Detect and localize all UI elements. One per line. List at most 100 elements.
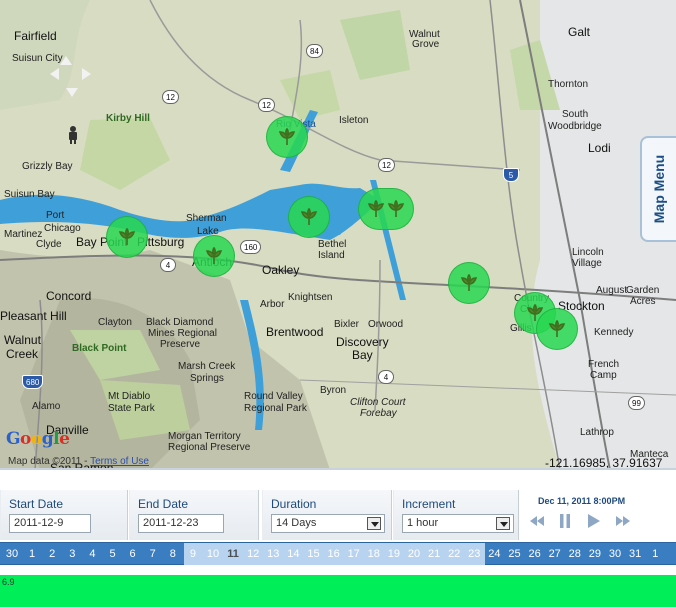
map-label: Forebay bbox=[360, 408, 397, 419]
map-label: Camp bbox=[590, 370, 617, 381]
timeline-day[interactable]: 8 bbox=[163, 543, 183, 565]
duration-select[interactable]: 14 Days bbox=[271, 514, 385, 533]
timeline-day[interactable]: 13 bbox=[263, 543, 283, 565]
map-label: Pleasant Hill bbox=[0, 309, 67, 323]
plant-icon bbox=[548, 319, 566, 337]
timeline-day[interactable]: 3 bbox=[62, 543, 82, 565]
timeline-day[interactable]: 7 bbox=[143, 543, 163, 565]
map-label: Isleton bbox=[339, 115, 369, 126]
increment-label: Increment bbox=[402, 497, 456, 511]
day-timeline[interactable]: 30 1 2 3 4 5 6 7 8 9 10 11 12 13 14 15 16 17 18 19 20 21 22 23 2… bbox=[0, 542, 676, 565]
timeline-day[interactable]: 18 bbox=[364, 543, 384, 565]
map-label: Garden bbox=[626, 285, 660, 296]
timeline-day[interactable]: 26 bbox=[525, 543, 545, 565]
pan-right-icon[interactable] bbox=[82, 68, 91, 80]
timeline-day[interactable]: 31 bbox=[625, 543, 645, 565]
map-label: Woodbridge bbox=[548, 121, 602, 132]
timeline-day[interactable]: 12 bbox=[243, 543, 263, 565]
station-marker[interactable] bbox=[193, 235, 235, 277]
map-label: Brentwood bbox=[266, 325, 324, 339]
duration-dropdown-icon[interactable] bbox=[367, 517, 381, 530]
timeline-day[interactable]: 9 bbox=[183, 543, 203, 565]
timeline-day[interactable]: 28 bbox=[565, 543, 585, 565]
map-label: Preserve bbox=[160, 339, 201, 350]
map-label: Galt bbox=[568, 25, 591, 39]
map-label: Island bbox=[318, 250, 345, 261]
pan-up-icon[interactable] bbox=[60, 56, 72, 65]
map-label: Mines Regional bbox=[148, 328, 217, 339]
timeline-day[interactable]: 20 bbox=[404, 543, 424, 565]
map-label: French bbox=[588, 359, 620, 370]
plant-icon bbox=[205, 246, 223, 264]
plant-icon bbox=[460, 273, 478, 291]
timeline-day[interactable]: 2 bbox=[42, 543, 62, 565]
station-marker[interactable] bbox=[106, 216, 148, 258]
station-marker[interactable] bbox=[536, 308, 578, 350]
street-view-pegman-icon[interactable] bbox=[66, 126, 80, 144]
rewind-button[interactable] bbox=[528, 512, 546, 535]
highway-shield: 12 bbox=[258, 98, 275, 112]
timeline-day[interactable]: 30 bbox=[605, 543, 625, 565]
map-label: Lincoln bbox=[572, 247, 604, 258]
fast-forward-icon bbox=[616, 516, 630, 526]
timeline-day[interactable]: 27 bbox=[545, 543, 565, 565]
terms-of-use-link[interactable]: Terms of Use bbox=[90, 456, 149, 467]
timeline-day[interactable]: 30 bbox=[2, 543, 22, 565]
start-date-input[interactable]: 2011-12-9 bbox=[9, 514, 91, 533]
map-label: Lodi bbox=[588, 141, 611, 155]
end-date-panel: End Date 2011-12-23 bbox=[129, 490, 259, 540]
play-button[interactable] bbox=[584, 512, 602, 535]
timeline-day[interactable]: 14 bbox=[283, 543, 303, 565]
timeline-day[interactable]: 1 bbox=[645, 543, 665, 565]
increment-select[interactable]: 1 hour bbox=[402, 514, 514, 533]
timeline-day[interactable]: 16 bbox=[324, 543, 344, 565]
map-label: Oakley bbox=[262, 263, 300, 277]
timeline-day[interactable]: 24 bbox=[484, 543, 504, 565]
pan-left-icon[interactable] bbox=[50, 68, 59, 80]
increment-dropdown-icon[interactable] bbox=[496, 517, 510, 530]
map-label: Round Valley bbox=[244, 391, 303, 402]
fast-forward-button[interactable] bbox=[614, 512, 632, 535]
station-marker[interactable] bbox=[358, 188, 414, 230]
highway-shield: 4 bbox=[160, 258, 176, 272]
timeline-day[interactable]: 22 bbox=[444, 543, 464, 565]
pan-down-icon[interactable] bbox=[66, 88, 78, 97]
timeline-day[interactable]: 29 bbox=[585, 543, 605, 565]
map-view[interactable]: Fairfield Suisun City Kirby Hill Grizzly Ba… bbox=[0, 0, 676, 470]
station-marker[interactable] bbox=[448, 262, 490, 304]
timeline-day[interactable]: 19 bbox=[384, 543, 404, 565]
end-date-label: End Date bbox=[138, 497, 189, 511]
map-label: Suisun Bay bbox=[4, 189, 55, 200]
duration-label: Duration bbox=[271, 497, 317, 511]
timeline-day[interactable]: 1 bbox=[22, 543, 42, 565]
map-label: Concord bbox=[46, 289, 92, 303]
highway-shield: 84 bbox=[306, 44, 323, 58]
end-date-input[interactable]: 2011-12-23 bbox=[138, 514, 224, 533]
map-label: Bixler bbox=[334, 319, 360, 330]
timeline-day[interactable]: 23 bbox=[464, 543, 484, 565]
map-menu-button[interactable]: Map Menu bbox=[640, 136, 676, 242]
increment-panel: Increment 1 hour bbox=[393, 490, 519, 540]
station-marker[interactable] bbox=[266, 116, 308, 158]
timeline-day[interactable]: 25 bbox=[505, 543, 525, 565]
map-label: Arbor bbox=[260, 299, 285, 310]
map-label: Creek bbox=[6, 347, 39, 361]
play-icon bbox=[588, 514, 600, 528]
timeline-day[interactable]: 6 bbox=[123, 543, 143, 565]
pan-control[interactable] bbox=[44, 56, 98, 102]
duration-panel: Duration 14 Days bbox=[262, 490, 392, 540]
map-label: Lathrop bbox=[580, 427, 614, 438]
timeline-day[interactable]: 21 bbox=[424, 543, 444, 565]
timeline-day[interactable]: 4 bbox=[82, 543, 102, 565]
station-marker[interactable] bbox=[288, 196, 330, 238]
timeline-day[interactable]: 5 bbox=[103, 543, 123, 565]
timeline-day[interactable]: 11 bbox=[223, 543, 243, 565]
playback-time: Dec 11, 2011 8:00PM bbox=[538, 496, 626, 506]
map-attribution: Map data ©2011 - Terms of Use bbox=[8, 456, 149, 467]
timeline-day[interactable]: 17 bbox=[344, 543, 364, 565]
timeline-day[interactable]: 15 bbox=[304, 543, 324, 565]
map-label: Bethel bbox=[318, 239, 347, 250]
google-logo: Google bbox=[6, 429, 70, 449]
pause-button[interactable] bbox=[556, 512, 574, 535]
timeline-day[interactable]: 10 bbox=[203, 543, 223, 565]
